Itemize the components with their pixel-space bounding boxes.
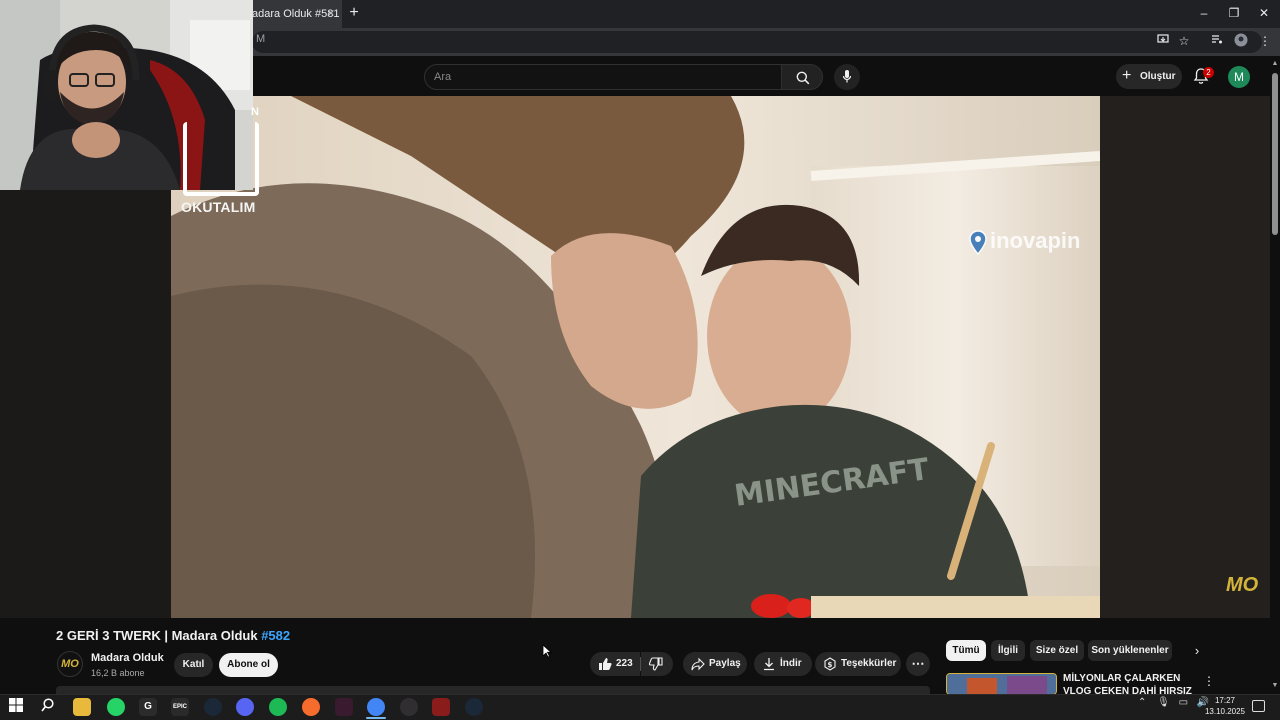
player-left-background (0, 190, 171, 618)
minimize-button[interactable]: – (1194, 4, 1214, 22)
more-actions-button[interactable]: ⋯ (906, 652, 930, 676)
windows-start-icon[interactable] (7, 698, 25, 716)
description-box[interactable] (56, 686, 930, 694)
video-frame-image: MINECRAFT (171, 96, 1100, 618)
search-icon (796, 71, 810, 85)
twitch-app-icon[interactable] (335, 698, 353, 716)
install-app-icon[interactable] (1155, 33, 1171, 49)
restore-button[interactable]: ❐ (1224, 4, 1244, 22)
scroll-up-arrow-icon[interactable]: ▲ (1271, 60, 1279, 68)
download-button[interactable]: İndir (754, 652, 812, 676)
clock-time[interactable]: 17:27 (1205, 696, 1245, 705)
recommendation-thumbnail[interactable] (946, 673, 1057, 695)
overlay-frame (183, 122, 259, 196)
bookmark-star-icon[interactable]: ☆ (1176, 33, 1192, 49)
watermark-text: inovapin (990, 228, 1081, 253)
steam-2-icon[interactable] (465, 698, 483, 716)
discord-icon[interactable] (236, 698, 254, 716)
overlay-frame-letter: N (251, 106, 259, 118)
download-label: İndir (780, 658, 802, 669)
clock-date[interactable]: 13.10.2025 (1203, 707, 1247, 716)
like-count: 223 (616, 658, 633, 669)
share-label: Paylaş (709, 658, 741, 669)
new-tab-button[interactable]: + (346, 4, 362, 22)
player-right-background (1100, 96, 1270, 618)
channel-avatar[interactable]: MO (57, 651, 83, 677)
origin-icon[interactable] (302, 698, 320, 716)
spotify-icon[interactable] (269, 698, 287, 716)
network-icon[interactable]: ▭ (1179, 697, 1188, 708)
close-window-button[interactable]: ✕ (1254, 4, 1274, 22)
chip-related[interactable]: İlgili (991, 640, 1025, 661)
dislike-button[interactable] (641, 652, 673, 676)
location-pin-icon (969, 230, 987, 256)
thanks-label: Teşekkürler (841, 658, 897, 669)
search-button[interactable] (781, 64, 823, 90)
steam-icon[interactable] (204, 698, 222, 716)
tray-chevron-icon[interactable]: ⌃ (1138, 697, 1146, 708)
video-title-text: 2 GERİ 3 TWERK | Madara Olduk (56, 628, 262, 643)
chip-for-you[interactable]: Size özel (1030, 640, 1084, 661)
media-control-icon[interactable] (1209, 33, 1225, 49)
chevron-right-icon[interactable]: › (1188, 642, 1206, 660)
g-app-icon[interactable]: G (139, 698, 157, 716)
chip-recently-uploaded[interactable]: Son yüklenenler (1088, 640, 1172, 661)
thanks-button[interactable]: $ Teşekkürler (815, 652, 901, 676)
user-avatar[interactable]: M (1228, 66, 1250, 88)
notification-count-badge: 2 (1203, 67, 1214, 78)
url-text: M (256, 33, 266, 45)
system-tray[interactable]: ⌃ 🎙 ▭ 🔊 (1138, 697, 1209, 708)
scroll-down-arrow-icon[interactable]: ▼ (1271, 682, 1279, 690)
share-button[interactable]: Paylaş (683, 652, 747, 676)
microphone-tray-icon[interactable]: 🎙 (1157, 697, 1170, 708)
epic-games-icon[interactable]: EPIC (171, 698, 189, 716)
profile-avatar-icon[interactable] (1233, 33, 1249, 49)
overlay-caption: OKUTALIM (181, 199, 256, 215)
winrar-icon[interactable] (432, 698, 450, 716)
subscribe-button[interactable]: Abone ol (219, 653, 278, 677)
recommendation-title[interactable]: MİLYONLAR ÇALARKEN VLOG ÇEKEN DAHİ HIRSI… (1063, 672, 1197, 694)
video-title: 2 GERİ 3 TWERK | Madara Olduk #582 (56, 628, 290, 643)
plus-icon: + (1122, 67, 1132, 84)
join-button[interactable]: Katıl (174, 653, 213, 677)
scrollbar-thumb[interactable] (1272, 73, 1278, 235)
like-button[interactable]: 223 (590, 652, 640, 676)
video-hashtag-link[interactable]: #582 (261, 628, 290, 643)
address-bar[interactable] (252, 31, 1262, 53)
browser-menu-icon[interactable]: ⋮ (1257, 33, 1273, 49)
obs-icon[interactable] (400, 698, 418, 716)
chip-all[interactable]: Tümü (946, 640, 986, 661)
video-player[interactable]: MINECRAFT (171, 96, 1100, 618)
thumbs-down-icon (649, 657, 663, 671)
voice-search-button[interactable] (834, 64, 860, 90)
subscriber-count: 16,2 B abone (91, 668, 145, 678)
file-explorer-icon[interactable] (73, 698, 91, 716)
share-arrow-icon (691, 657, 705, 671)
thumbs-up-icon (599, 658, 612, 670)
chrome-active-indicator (366, 717, 386, 719)
svg-text:$: $ (828, 661, 833, 669)
notification-center-icon[interactable] (1252, 700, 1265, 712)
whatsapp-icon[interactable] (107, 698, 125, 716)
search-taskbar-icon[interactable] (39, 698, 57, 716)
recommendation-menu-icon[interactable]: ⋮ (1203, 673, 1215, 689)
super-thanks-icon: $ (824, 657, 836, 671)
search-input[interactable] (434, 69, 764, 85)
create-label: Oluştur (1140, 71, 1176, 82)
channel-corner-logo: MO (1226, 574, 1259, 596)
download-icon (764, 658, 774, 671)
chrome-icon[interactable] (367, 698, 385, 716)
microphone-icon (842, 70, 852, 83)
channel-name[interactable]: Madara Olduk (91, 652, 164, 664)
windows-taskbar (0, 694, 1280, 720)
tab-close-icon[interactable]: × (324, 6, 338, 20)
